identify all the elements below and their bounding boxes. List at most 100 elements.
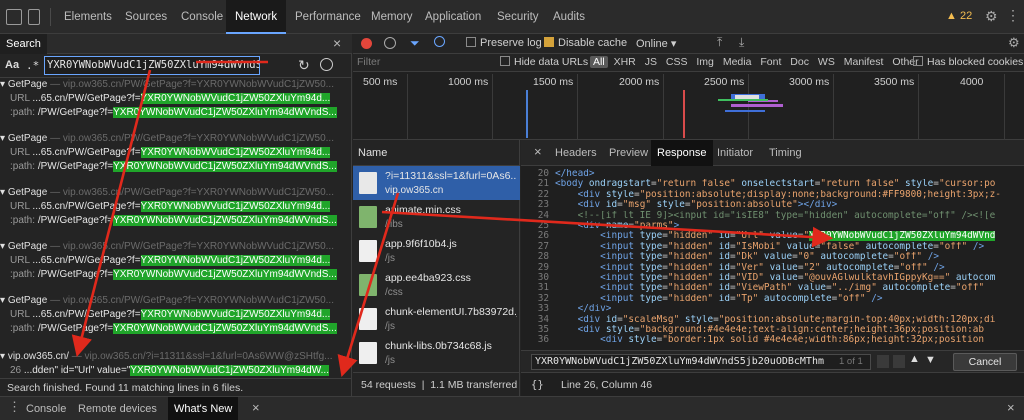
cancel-button[interactable]: Cancel [953, 353, 1017, 371]
warning-badge[interactable]: ▲ 22 [946, 10, 972, 22]
close-drawer-icon[interactable]: × [1007, 400, 1015, 416]
request-row[interactable]: chunk-elementUI.7b83972d.js/js [353, 302, 520, 336]
result-file-header[interactable]: ▾ GetPage — vip.ow365.cn/PW/GetPage?f=YX… [0, 132, 352, 146]
network-settings-icon[interactable]: ⚙ [1008, 35, 1020, 51]
aa-toggle[interactable] [877, 355, 889, 368]
result-match-line[interactable]: :path: /PW/GetPage?f=YXR0YWNobWVudC1jZW5… [0, 214, 352, 228]
result-file-header[interactable]: ▾ GetPage — vip.ow365.cn/PW/GetPage?f=YX… [0, 240, 352, 254]
request-row[interactable]: ?i=11311&ssl=1&furl=0As6... vip.ow365.cn [353, 166, 520, 200]
result-match-line[interactable]: :path: /PW/GetPage?f=YXR0YWNobWVudC1jZW5… [0, 160, 352, 174]
filter-input[interactable]: Filter [357, 56, 489, 70]
request-row[interactable]: app.9f6f10b4.js/js [353, 234, 520, 268]
clear-log-icon[interactable] [384, 37, 396, 49]
export-har-icon[interactable]: ⤓ [739, 35, 744, 50]
import-har-icon[interactable]: ⤒ [717, 35, 722, 50]
close-search-icon[interactable]: × [333, 35, 341, 51]
type-filter-xhr[interactable]: XHR [611, 56, 639, 68]
preserve-log-checkbox[interactable]: Preserve log [466, 37, 542, 49]
clear-search-icon[interactable] [320, 58, 333, 71]
tab-audits[interactable]: Audits [544, 0, 594, 34]
result-match-line[interactable]: :path: /PW/GetPage?f=YXR0YWNobWVudC1jZW5… [0, 268, 352, 282]
tab-network[interactable]: Network [226, 0, 287, 34]
search-input[interactable]: YXR0YWNobWVudC1jZW50ZXluYm94dWVndS [44, 56, 260, 75]
drawer-tab-what-s-new[interactable]: What's New [168, 397, 239, 420]
type-filter-js[interactable]: JS [642, 56, 660, 68]
tab-memory[interactable]: Memory [362, 0, 422, 34]
detail-tab-timing[interactable]: Timing [763, 140, 808, 166]
type-filter-manifest[interactable]: Manifest [841, 56, 887, 68]
expand-arrow-icon[interactable]: ▾ [0, 295, 8, 306]
type-filter-doc[interactable]: Doc [787, 56, 812, 68]
result-file-header[interactable]: ▾ GetPage — vip.ow365.cn/PW/GetPage?f=YX… [0, 186, 352, 200]
type-filter-media[interactable]: Media [720, 56, 755, 68]
match-prefix: ...65.cn/PW/GetPage?f= [32, 255, 141, 266]
type-filter-all[interactable]: All [590, 56, 608, 68]
throttle-select[interactable]: Online ▾ [636, 37, 676, 50]
drawer-tab-remote-devices[interactable]: Remote devices [72, 397, 163, 420]
type-filter-css[interactable]: CSS [663, 56, 691, 68]
record-icon[interactable] [361, 38, 372, 49]
result-match-line[interactable]: URL ...65.cn/PW/GetPage?f=YXR0YWNobWVudC… [0, 146, 352, 160]
type-filter-font[interactable]: Font [757, 56, 784, 68]
network-overview-timeline[interactable]: 500 ms 1000 ms 1500 ms 2000 ms 2500 ms 3000 m… [353, 72, 1024, 140]
type-filter-img[interactable]: Img [693, 56, 717, 68]
request-row[interactable]: app.ee4ba923.css/css [353, 268, 520, 302]
result-match-line[interactable]: URL ...65.cn/PW/GetPage?f=YXR0YWNobWVudC… [0, 92, 352, 106]
result-match-line[interactable]: URL ...65.cn/PW/GetPage?f=YXR0YWNobWVudC… [0, 200, 352, 214]
close-detail-icon[interactable]: × [534, 145, 542, 159]
result-match-line[interactable]: :path: /PW/GetPage?f=YXR0YWNobWVudC1jZW5… [0, 106, 352, 120]
expand-arrow-icon[interactable]: ▾ [0, 187, 8, 198]
regex-toggle[interactable] [893, 355, 905, 368]
refresh-icon[interactable]: ↻ [298, 57, 310, 73]
filter-icon[interactable]: ⏷ [410, 37, 420, 50]
request-row[interactable]: chunk-libs.0b734c68.js/js [353, 336, 520, 370]
tab-sources[interactable]: Sources [116, 0, 176, 34]
inspect-element-icon[interactable] [6, 9, 22, 25]
result-match-line[interactable]: :path: /PW/GetPage?f=YXR0YWNobWVudC1jZW5… [0, 322, 352, 336]
find-prev-icon[interactable]: ▲ [909, 353, 920, 365]
settings-gear-icon[interactable]: ⚙ [985, 9, 998, 23]
expand-arrow-icon[interactable]: ▾ [0, 351, 8, 362]
result-file-header[interactable]: ▾ GetPage — vip.ow365.cn/PW/GetPage?f=YX… [0, 78, 352, 92]
hide-data-urls-checkbox[interactable]: Hide data URLs [500, 56, 588, 68]
match-label: :path: [10, 161, 36, 172]
match-case-button[interactable]: Aa [5, 59, 19, 71]
timeline-gridline [1004, 74, 1005, 140]
find-next-icon[interactable]: ▼ [925, 354, 936, 366]
tab-elements[interactable]: Elements [55, 0, 121, 34]
detail-tab-preview[interactable]: Preview [603, 140, 654, 166]
tab-security[interactable]: Security [488, 0, 548, 34]
expand-arrow-icon[interactable]: ▾ [0, 133, 8, 144]
detail-tab-response[interactable]: Response [651, 140, 713, 166]
expand-arrow-icon[interactable]: ▾ [0, 79, 8, 90]
js-file-icon [359, 240, 377, 262]
name-column-header[interactable]: Name [353, 140, 520, 166]
regex-button[interactable]: .* [26, 59, 39, 72]
tab-application[interactable]: Application [416, 0, 490, 34]
more-menu-icon[interactable]: ⋮ [1006, 8, 1020, 22]
disable-cache-checkbox[interactable]: Disable cache [544, 37, 627, 49]
tab-console[interactable]: Console [172, 0, 232, 34]
type-filter-ws[interactable]: WS [815, 56, 838, 68]
line-content: <div style="position:absolute;display:no… [577, 189, 1001, 200]
search-tab[interactable]: Search [0, 34, 47, 54]
expand-arrow-icon[interactable]: ▾ [0, 241, 8, 252]
find-input[interactable]: YXR0YWNobWVudC1jZW50ZXluYm94dWVndS5jb20u… [531, 354, 871, 370]
close-whats-new-icon[interactable]: × [252, 400, 260, 416]
drawer-tab-console[interactable]: Console [20, 397, 72, 420]
response-source-view[interactable]: 20 </head> 21 <body ondragstart="return fal… [521, 169, 1024, 349]
result-match-line[interactable]: URL ...65.cn/PW/GetPage?f=YXR0YWNobWVudC… [0, 308, 352, 322]
result-file-header[interactable]: ▾ vip.ow365.cn/ — vip.ow365.cn/?i=11311&… [0, 350, 352, 364]
detail-tab-initiator[interactable]: Initiator [711, 140, 759, 166]
device-toolbar-icon[interactable] [28, 9, 40, 25]
result-match-line[interactable]: 26 ...dden" id="Url" value="YXR0YWNobWVu… [0, 364, 352, 378]
blocked-cookies-checkbox[interactable]: Has blocked cookies [913, 56, 1023, 68]
request-row[interactable]: animate.min.css/libs [353, 200, 520, 234]
detail-tab-headers[interactable]: Headers [549, 140, 603, 166]
tab-performance[interactable]: Performance [286, 0, 370, 34]
result-file-header[interactable]: ▾ GetPage — vip.ow365.cn/PW/GetPage?f=YX… [0, 294, 352, 308]
result-file-name: GetPage [7, 133, 48, 144]
pretty-print-icon[interactable]: {} [531, 373, 544, 397]
search-icon[interactable] [434, 36, 445, 47]
result-match-line[interactable]: URL ...65.cn/PW/GetPage?f=YXR0YWNobWVudC… [0, 254, 352, 268]
